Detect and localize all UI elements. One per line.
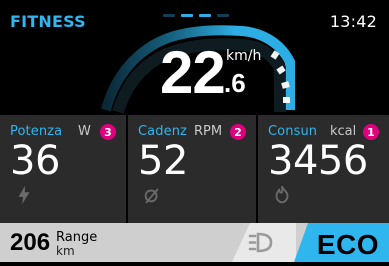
metrics-tiles: Potenza W 3 36 Cadenz RPM 2 52 Consun kc… — [0, 115, 389, 223]
tile-value: 36 — [10, 138, 60, 184]
clock: 13:42 — [329, 12, 377, 31]
tile-label: Consun — [268, 124, 318, 139]
tile-unit: RPM — [194, 124, 223, 139]
page-dot — [199, 13, 211, 17]
lightning-icon — [10, 181, 38, 209]
assist-mode-label: ECO — [316, 229, 379, 260]
tile-badge: 3 — [100, 124, 116, 140]
cadence-icon — [138, 181, 166, 209]
speed-decimal: .6 — [224, 68, 246, 98]
headlight-icon — [232, 223, 273, 262]
tile-label: Potenza — [10, 124, 63, 139]
speed-readout: 22 km/h .6 — [160, 38, 300, 108]
tile-power[interactable]: Potenza W 3 36 — [0, 115, 128, 223]
range-value: 206 — [10, 229, 51, 256]
tile-unit: kcal — [330, 124, 357, 139]
speed-unit: km/h — [226, 48, 262, 64]
range-labels: Range km — [56, 231, 97, 257]
tile-label: Cadenz — [138, 124, 187, 139]
speed-integer: 22 — [160, 39, 226, 106]
top-bar: FITNESS 13:42 22 km/h .6 — [0, 0, 389, 116]
tile-cadence[interactable]: Cadenz RPM 2 52 — [128, 115, 258, 223]
page-dot — [181, 13, 193, 17]
tile-badge: 2 — [230, 124, 246, 140]
page-dot — [163, 13, 175, 17]
page-dot — [217, 13, 229, 17]
headlight-toggle[interactable] — [232, 223, 296, 262]
mode-title: FITNESS — [10, 12, 86, 31]
tile-calories[interactable]: Consun kcal 1 3456 — [258, 115, 389, 223]
page-indicator — [161, 13, 231, 17]
assist-mode[interactable]: ECO — [294, 223, 389, 262]
tile-unit: W — [78, 124, 91, 139]
flame-icon — [268, 181, 296, 209]
tile-value: 52 — [138, 138, 188, 184]
range-unit: km — [56, 243, 75, 258]
range-label: Range — [56, 229, 98, 245]
range-readout: 206 Range km — [10, 227, 97, 259]
tile-value: 3456 — [268, 138, 368, 184]
